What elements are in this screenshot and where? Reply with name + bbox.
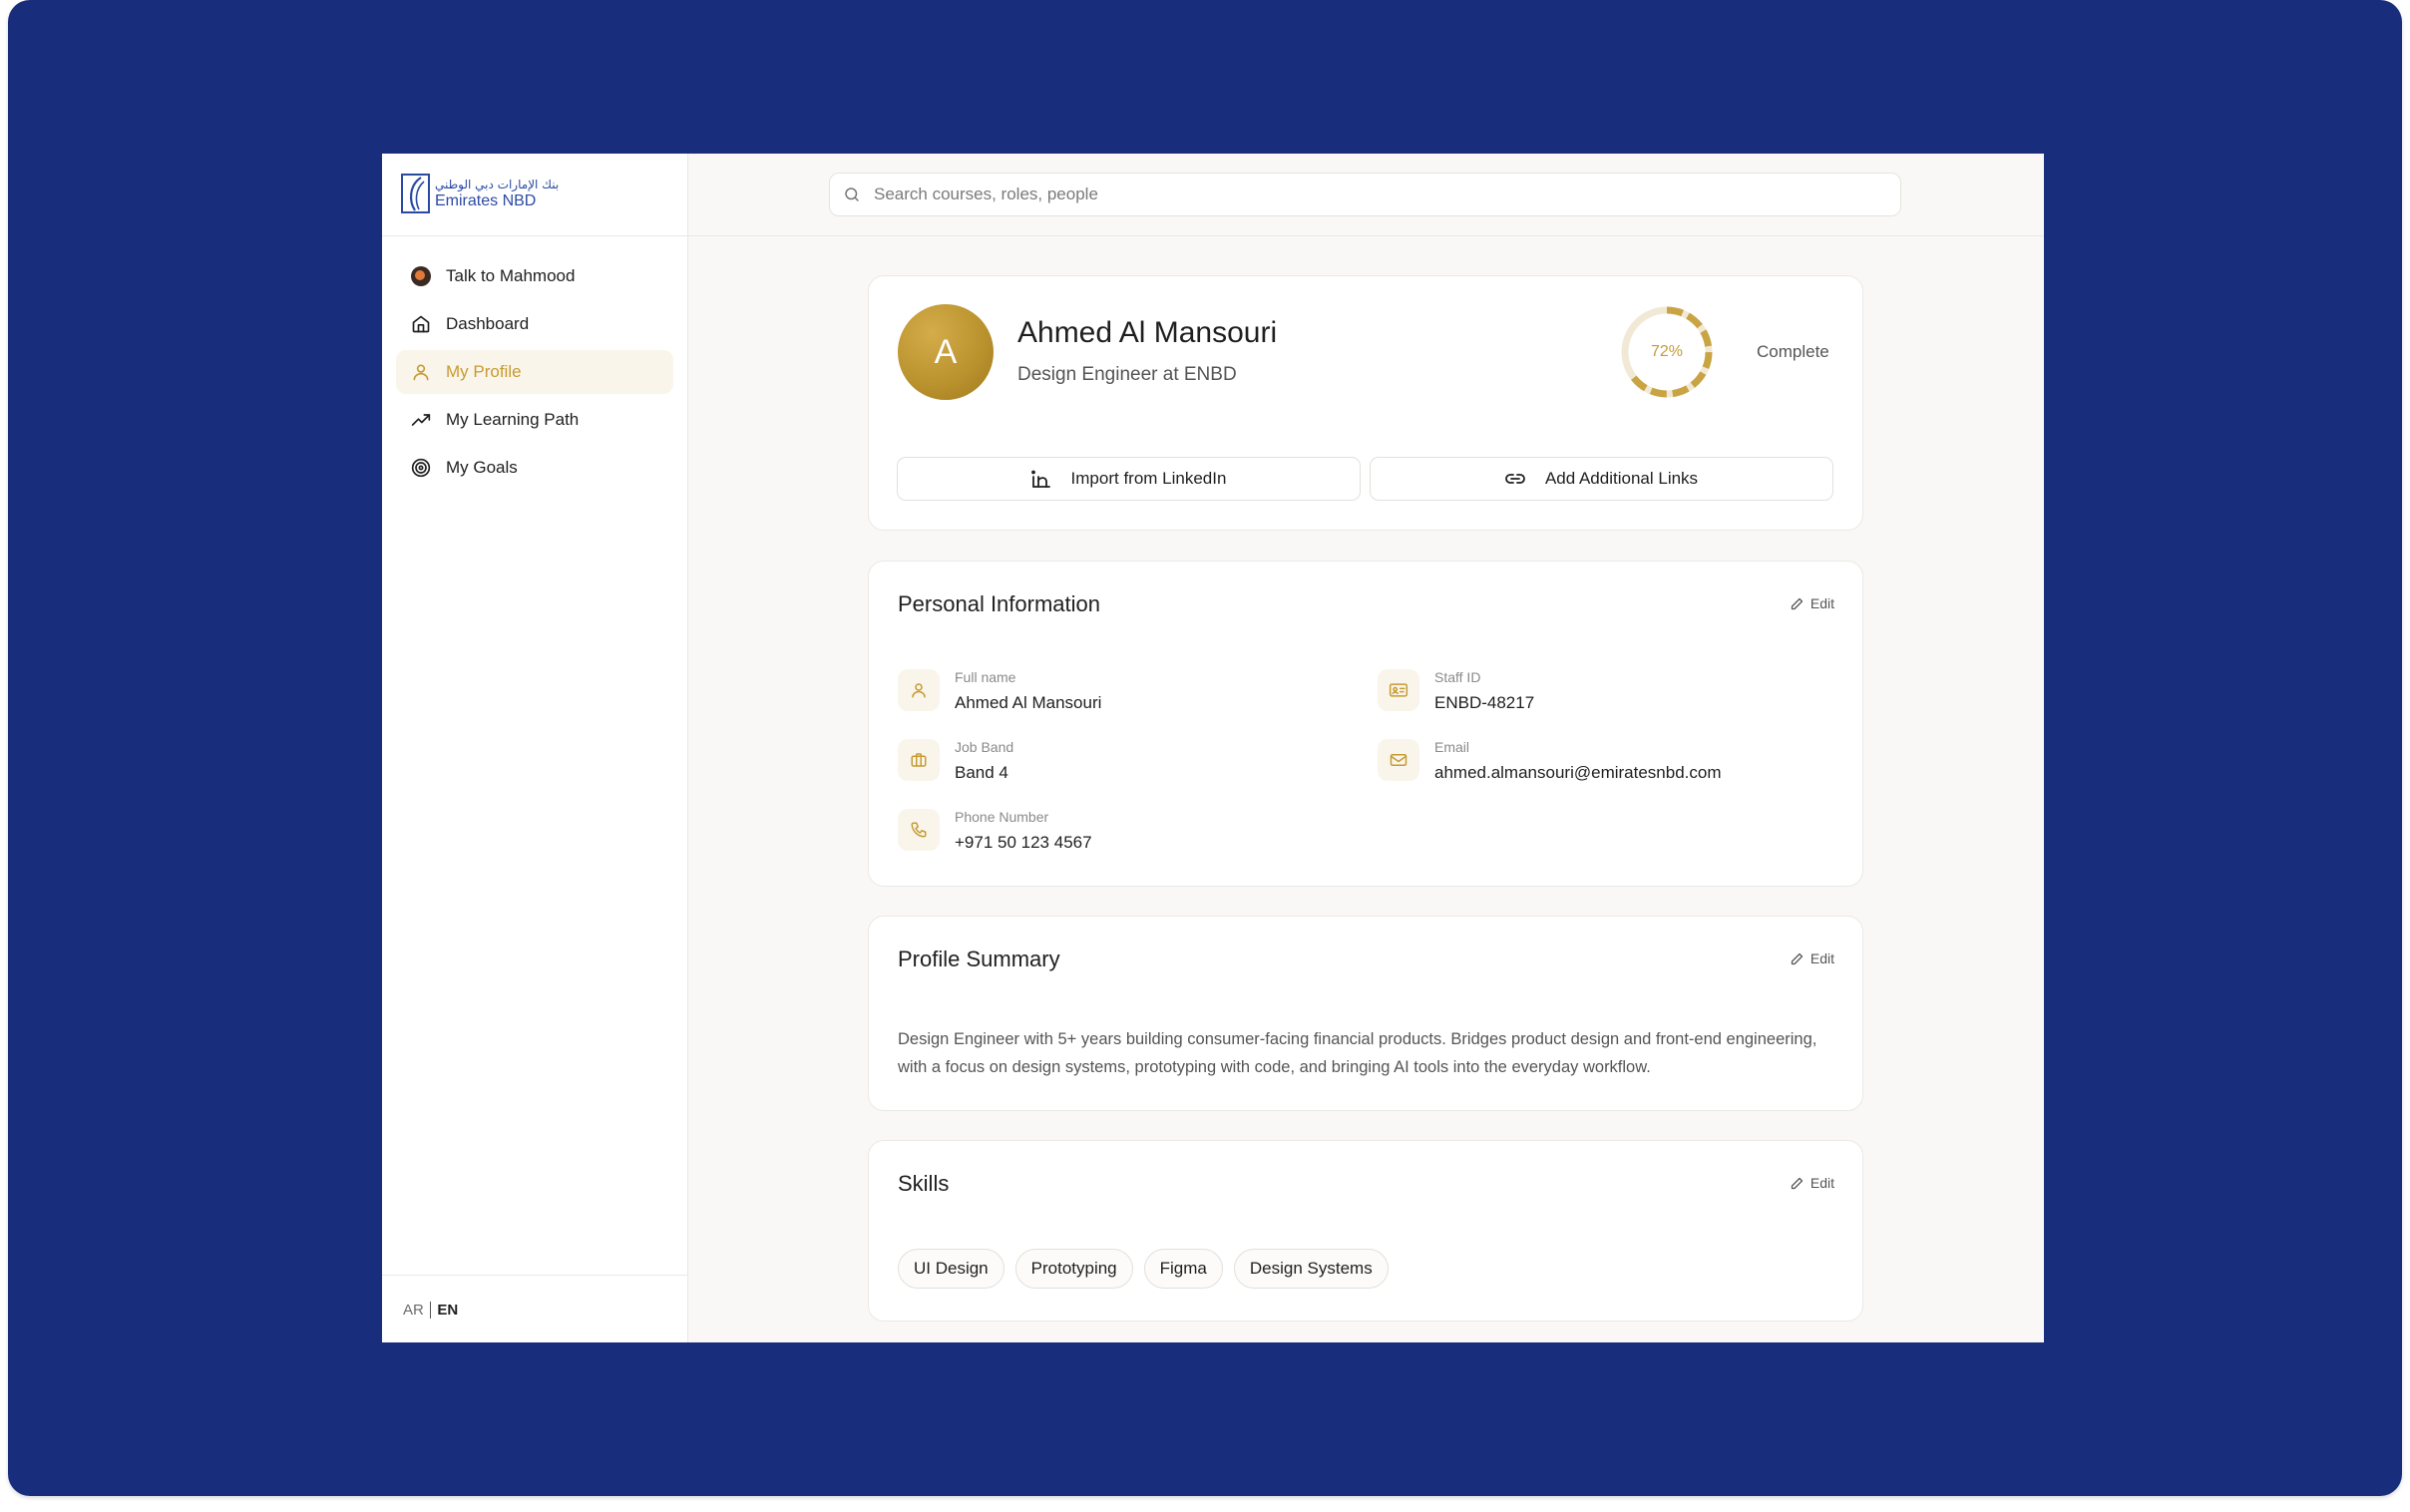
search-input[interactable]: [872, 184, 1853, 205]
skill-chip[interactable]: Figma: [1143, 1249, 1223, 1289]
sidebar: بنك الإمارات دبي الوطني Emirates NBD Tal…: [382, 154, 688, 1342]
job-band-label: Job Band: [955, 739, 1014, 755]
completion-percent: 72%: [1650, 343, 1684, 360]
skill-chip[interactable]: UI Design: [898, 1249, 1004, 1289]
background-frame: بنك الإمارات دبي الوطني Emirates NBD Tal…: [8, 0, 2402, 1496]
import-linkedin-label: Import from LinkedIn: [1070, 469, 1227, 488]
linkedin-icon: [1030, 470, 1051, 488]
lang-ar-option[interactable]: AR: [403, 1302, 424, 1319]
brand-name: Emirates NBD: [435, 191, 537, 209]
emirates-nbd-logo-icon: [401, 174, 430, 213]
job-band-value: Band 4: [955, 763, 1008, 782]
lang-en-option[interactable]: EN: [437, 1302, 458, 1319]
search-bar: [829, 173, 1901, 216]
user-icon: [410, 361, 432, 383]
profile-role: Design Engineer at ENBD: [1017, 364, 1237, 385]
sidebar-item-my-profile[interactable]: My Profile: [396, 350, 673, 394]
sidebar-item-dashboard[interactable]: Dashboard: [396, 302, 673, 346]
add-links-label: Add Additional Links: [1544, 469, 1699, 488]
phone-label: Phone Number: [955, 809, 1049, 825]
id-card-icon: [1378, 669, 1419, 711]
brand-name-arabic: بنك الإمارات دبي الوطني: [435, 177, 560, 191]
sidebar-item-talk-to-mahmood[interactable]: Talk to Mahmood: [396, 254, 673, 298]
add-links-button[interactable]: Add Additional Links: [1370, 457, 1833, 501]
full-name-value: Ahmed Al Mansouri: [955, 693, 1102, 712]
sidebar-item-label: Talk to Mahmood: [446, 266, 576, 285]
edit-label: Edit: [1809, 595, 1834, 611]
edit-label: Edit: [1809, 950, 1834, 966]
profile-header-card: A Ahmed Al Mansouri Design Engineer at E…: [868, 275, 1863, 531]
home-icon: [410, 313, 432, 335]
briefcase-icon: [898, 739, 940, 781]
personal-info-title: Personal Information: [898, 591, 1100, 616]
email-value: ahmed.almansouri@emiratesnbd.com: [1434, 763, 1722, 782]
staff-id-field: Staff ID ENBD-48217: [1378, 669, 1534, 713]
staff-id-value: ENBD-48217: [1434, 693, 1535, 712]
import-linkedin-button[interactable]: Import from LinkedIn: [897, 457, 1361, 501]
sidebar-item-my-goals[interactable]: My Goals: [396, 446, 673, 490]
edit-summary-button[interactable]: Edit: [1790, 950, 1834, 966]
phone-field: Phone Number +971 50 123 4567: [898, 809, 1092, 853]
target-icon: [410, 457, 432, 479]
edit-skills-button[interactable]: Edit: [1790, 1175, 1834, 1191]
search-icon: [843, 186, 861, 203]
phone-value: +971 50 123 4567: [955, 833, 1092, 852]
top-bar: [688, 154, 2044, 236]
edit-personal-info-button[interactable]: Edit: [1790, 595, 1834, 611]
skills-title: Skills: [898, 1171, 950, 1196]
profile-summary-text: Design Engineer with 5+ years building c…: [898, 1030, 1817, 1076]
brand-logo[interactable]: بنك الإمارات دبي الوطني Emirates NBD: [401, 174, 559, 213]
pencil-icon: [1790, 596, 1805, 611]
sidebar-item-label: My Profile: [446, 362, 522, 381]
pencil-icon: [1790, 951, 1805, 966]
profile-name: Ahmed Al Mansouri: [1017, 316, 1278, 349]
completion-label: Complete: [1757, 342, 1829, 361]
profile-summary-card: Profile Summary Edit Design Engineer wit…: [868, 916, 1863, 1111]
skills-list: UI Design Prototyping Figma Design Syste…: [898, 1249, 1400, 1289]
full-name-field: Full name Ahmed Al Mansouri: [898, 669, 1101, 713]
staff-id-label: Staff ID: [1434, 669, 1481, 685]
app-window: بنك الإمارات دبي الوطني Emirates NBD Tal…: [382, 154, 2044, 1342]
sidebar-item-my-learning-path[interactable]: My Learning Path: [396, 398, 673, 442]
sidebar-item-label: Dashboard: [446, 314, 530, 333]
full-name-label: Full name: [955, 669, 1016, 685]
email-field: Email ahmed.almansouri@emiratesnbd.com: [1378, 739, 1722, 783]
mahmood-avatar-icon: [410, 265, 432, 287]
sidebar-item-label: My Goals: [446, 458, 518, 477]
edit-label: Edit: [1809, 1175, 1834, 1191]
email-label: Email: [1434, 739, 1470, 755]
mail-icon: [1378, 739, 1419, 781]
avatar: A: [898, 304, 994, 400]
profile-summary-title: Profile Summary: [898, 946, 1060, 971]
skill-chip[interactable]: Prototyping: [1014, 1249, 1133, 1289]
user-icon: [898, 669, 940, 711]
trending-up-icon: [410, 409, 432, 431]
lang-divider: [429, 1302, 432, 1319]
skill-chip[interactable]: Design Systems: [1233, 1249, 1389, 1289]
language-switcher: AR EN: [382, 1275, 687, 1342]
skills-card: Skills Edit UI Design Prototyping Figma …: [868, 1140, 1863, 1322]
logo-area: بنك الإمارات دبي الوطني Emirates NBD: [382, 154, 687, 236]
job-band-field: Job Band Band 4: [898, 739, 1013, 783]
link-icon: [1505, 472, 1525, 486]
phone-icon: [898, 809, 940, 851]
personal-info-card: Personal Information Edit Full name Ahme…: [868, 561, 1863, 887]
sidebar-nav: Talk to Mahmood Dashboard My Profile My …: [396, 254, 673, 494]
sidebar-item-label: My Learning Path: [446, 410, 580, 429]
pencil-icon: [1790, 1176, 1805, 1191]
